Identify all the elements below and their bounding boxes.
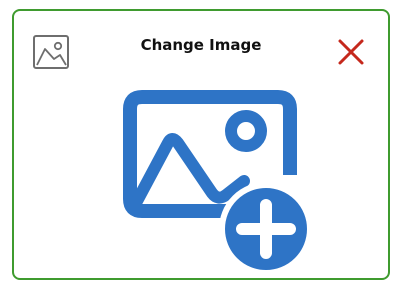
change-image-dialog: Change Image bbox=[12, 9, 390, 280]
dialog-title: Change Image bbox=[140, 36, 262, 54]
add-image-icon[interactable] bbox=[116, 85, 316, 281]
close-icon[interactable] bbox=[336, 37, 366, 67]
